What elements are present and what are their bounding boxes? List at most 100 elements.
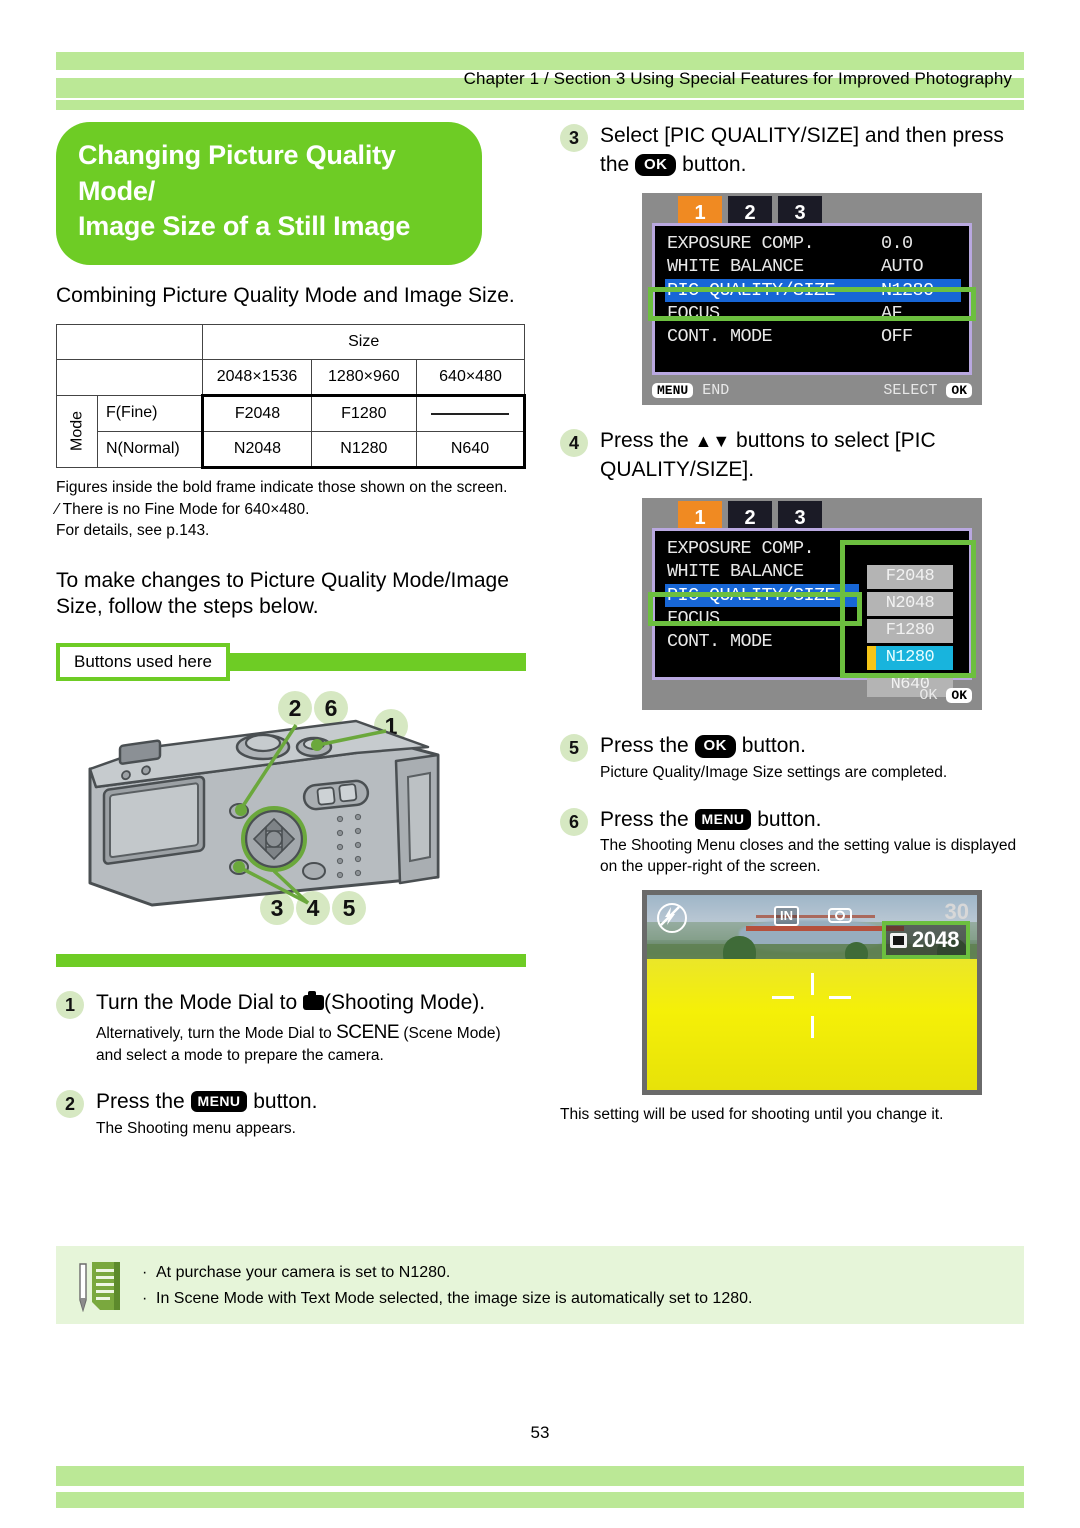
internal-memory-badge: IN: [774, 906, 799, 927]
picture-quality-size-table: Size 2048×1536 1280×960 640×480 Mode F(F…: [56, 323, 526, 469]
menu-button-icon-6: MENU: [694, 808, 752, 830]
focus-mark-bottom: [811, 1015, 814, 1038]
dropdown-row-exposure-comp[interactable]: EXPOSURE COMP.: [665, 537, 859, 560]
bridge-shape: [746, 926, 905, 932]
step-1-text-pre: Turn the Mode Dial to: [96, 991, 303, 1015]
section-divider-rule: [56, 954, 526, 968]
step-6-text-pre: Press the: [600, 807, 695, 831]
step-5: 5 Press the OK button. Picture Quality/I…: [560, 732, 1024, 783]
lcd-footer-right-text: SELECT: [883, 381, 938, 399]
step-6-text-post: button.: [751, 807, 822, 831]
highlight-pic-quality-row: [648, 287, 976, 322]
step-1-text: Turn the Mode Dial to (Shooting Mode).: [96, 989, 526, 1018]
table-col-1280: 1280×960: [310, 358, 418, 396]
ok-key-icon-dropdown: OK: [946, 687, 972, 703]
menu-value-cont-mode: OFF: [881, 326, 913, 348]
step-2-text-post: button.: [247, 1090, 318, 1114]
menu-row-exposure-comp[interactable]: EXPOSURE COMP. 0.0: [665, 232, 961, 255]
lcd-menu-footer: MENU END SELECT OK: [652, 377, 972, 403]
memo-item-1-text: At purchase your camera is set to N1280.: [156, 1264, 451, 1281]
focus-mark-top: [811, 973, 814, 996]
menu-label-exposure-comp: EXPOSURE COMP.: [667, 233, 815, 255]
image-size-value: 2048: [912, 927, 959, 953]
table-row-header-columns: 2048×1536 1280×960 640×480: [56, 358, 525, 396]
up-down-arrows-icon: ▲▼: [694, 431, 731, 452]
intro-text: Combining Picture Quality Mode and Image…: [56, 283, 515, 307]
memo-box: · At purchase your camera is set to N1280…: [56, 1246, 1024, 1324]
step-5-text: Press the OK button.: [600, 732, 1024, 761]
cell-n640: N640: [416, 430, 526, 469]
page-title: Changing Picture Quality Mode/ Image Siz…: [56, 122, 482, 265]
lcd-shooting-menu: 1 2 3 EXPOSURE COMP. 0.0 WHITE BALANCE A…: [642, 193, 982, 406]
camera-body-svg: [88, 720, 440, 907]
menu-label-white-balance: WHITE BALANCE: [667, 256, 804, 278]
dropdown-row-cont-mode[interactable]: CONT. MODE: [665, 630, 859, 653]
memo-items: · At purchase your camera is set to N1280…: [142, 1260, 1012, 1312]
step-2-text: Press the MENU button.: [96, 1088, 526, 1117]
table-header-size: Size: [202, 323, 525, 360]
lcd-live-view: IN 30 2048: [642, 890, 982, 1096]
focus-mark-left: [772, 996, 795, 1000]
table-note-1: Figures inside the bold frame indicate t…: [56, 478, 508, 496]
step-5-sub: Picture Quality/Image Size settings are …: [600, 763, 948, 781]
step-2-number: 2: [56, 1090, 84, 1119]
dropdown-label-cont-mode: CONT. MODE: [667, 631, 773, 653]
memo-item-2-text: In Scene Mode with Text Mode selected, t…: [156, 1289, 753, 1307]
menu-key-icon: MENU: [652, 382, 694, 398]
step-4-text-pre: Press the: [600, 429, 695, 453]
dropdown-row-white-balance[interactable]: WHITE BALANCE: [665, 560, 859, 583]
camera-mode-icon: [827, 904, 853, 929]
ok-key-icon: OK: [946, 382, 972, 398]
breadcrumb: Chapter 1 / Section 3 Using Special Feat…: [463, 69, 1012, 88]
dropdown-label-exposure-comp: EXPOSURE COMP.: [667, 538, 815, 560]
menu-label-cont-mode: CONT. MODE: [667, 326, 773, 348]
table-header-mode: Mode: [56, 395, 98, 468]
dash-line: [431, 412, 509, 415]
step-6-text: Press the MENU button.: [600, 806, 1024, 835]
lcd-dropdown-footer: OK OK: [652, 682, 972, 708]
step-4-text: Press the ▲▼ buttons to select [PIC QUAL…: [600, 427, 1024, 484]
table-col-640: 640×480: [416, 358, 525, 396]
page-title-line1: Changing Picture Quality Mode/: [78, 140, 396, 206]
header-bar-top: [56, 52, 1024, 70]
cell-n2048: N2048: [201, 430, 312, 469]
menu-row-cont-mode[interactable]: CONT. MODE OFF: [665, 325, 961, 348]
step-2: 2 Press the MENU button. The Shooting me…: [56, 1088, 526, 1139]
step-6: 6 Press the MENU button. The Shooting Me…: [560, 806, 1024, 878]
bullet-icon-1: ·: [142, 1264, 148, 1281]
step-2-sub: The Shooting menu appears.: [96, 1119, 296, 1137]
table-col-2048: 2048×1536: [202, 358, 312, 396]
step-1-sub: Alternatively, turn the Mode Dial to SCE…: [96, 1020, 526, 1067]
step-3: 3 Select [PIC QUALITY/SIZE] and then pre…: [560, 122, 1024, 179]
step-5-number: 5: [560, 734, 588, 763]
flash-off-icon: [657, 903, 687, 934]
page-title-line2: Image Size of a Still Image: [78, 211, 411, 242]
table-row-label-normal: N(Normal): [96, 430, 204, 468]
fine-quality-icon: [890, 932, 908, 948]
lcd-footer-left-text: END: [702, 381, 730, 399]
buttons-used-here-label: Buttons used here: [56, 643, 230, 682]
lcd-pic-quality-dropdown: 1 2 3 EXPOSURE COMP. WHITE BALANCE PIC Q…: [642, 498, 982, 711]
menu-button-icon: MENU: [190, 1091, 248, 1113]
step-4-number: 4: [560, 429, 588, 458]
lcd-footer-right: SELECT OK: [883, 382, 972, 399]
step-3-text: Select [PIC QUALITY/SIZE] and then press…: [600, 122, 1024, 179]
menu-row-white-balance[interactable]: WHITE BALANCE AUTO: [665, 255, 961, 278]
photo-caption: This setting will be used for shooting u…: [560, 1106, 944, 1124]
page-number: 53: [530, 1423, 550, 1442]
step-4: 4 Press the ▲▼ buttons to select [PIC QU…: [560, 427, 1024, 484]
step-5-text-pre: Press the: [600, 734, 695, 758]
lcd-dropdown-footer-right: OK OK: [919, 687, 972, 704]
highlight-option-list: [840, 540, 976, 679]
right-column: 3 Select [PIC QUALITY/SIZE] and then pre…: [560, 122, 1024, 1126]
memo-item-2: · In Scene Mode with Text Mode selected, …: [142, 1286, 1012, 1312]
camera-icon: [303, 991, 324, 1011]
footer-bar-bottom: [56, 1492, 1024, 1508]
highlight-pic-quality-row-2: [648, 592, 862, 627]
table-note-3: For details, see p.143.: [56, 521, 210, 539]
image-size-badge: 2048: [882, 921, 970, 960]
menu-value-white-balance: AUTO: [881, 256, 924, 278]
lead-in-text: To make changes to Picture Quality Mode/…: [56, 568, 509, 619]
step-6-number: 6: [560, 807, 588, 836]
lcd-footer-left: MENU END: [652, 382, 729, 399]
